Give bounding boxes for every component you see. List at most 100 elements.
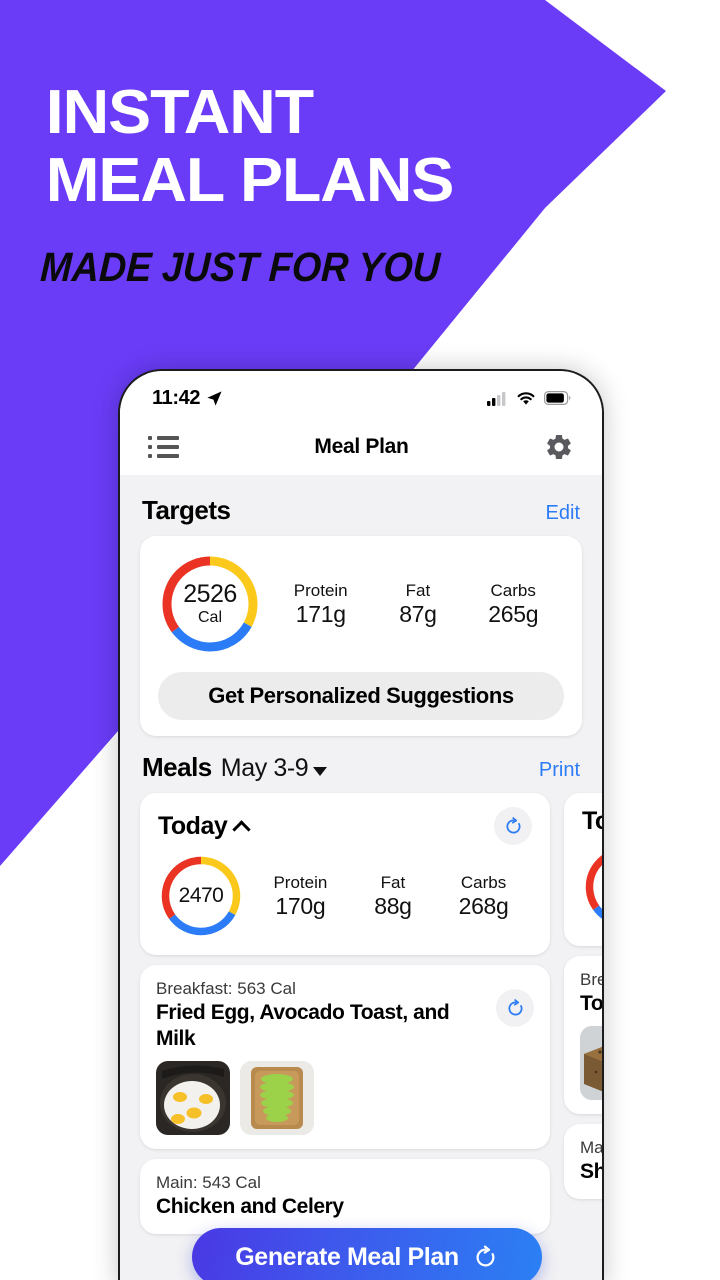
macro-protein: Protein 171g: [294, 580, 348, 628]
chevron-up-icon: [232, 819, 251, 839]
food-thumbnail-fried-egg[interactable]: [156, 1061, 230, 1135]
chevron-down-icon: [313, 767, 328, 776]
day-column-tomorrow: Tom: [564, 793, 602, 1199]
targets-calories-unit: Cal: [197, 609, 222, 626]
page-title: Meal Plan: [314, 435, 409, 458]
targets-calories: 2526: [183, 580, 237, 608]
meal-kcal-label: Break: [580, 970, 602, 989]
meal-card[interactable]: Main: 543 Cal Chicken and Celery: [140, 1159, 550, 1234]
list-icon-bar: [157, 436, 179, 440]
macro-label: Carbs: [490, 581, 536, 600]
macro-value: 88g: [374, 893, 412, 919]
get-personalized-suggestions-button[interactable]: Get Personalized Suggestions: [158, 672, 564, 720]
phone-screen: 11:42 Meal Plan Targets Edit 2526 Cal Pr…: [120, 371, 602, 1280]
list-icon-bar: [157, 454, 179, 458]
phone-mockup: 11:42 Meal Plan Targets Edit 2526 Cal Pr…: [118, 369, 604, 1280]
macro-value: 87g: [399, 601, 437, 627]
macro-fat: Fat 88g: [374, 872, 412, 920]
day-title[interactable]: Tom: [582, 807, 602, 836]
meal-kcal-label: Main:: [580, 1138, 602, 1157]
edit-targets-link[interactable]: Edit: [546, 502, 580, 525]
ring-center-labels: 2470: [158, 853, 244, 939]
meal-name-label: Fried Egg, Avocado Toast, and Milk: [156, 1001, 450, 1050]
print-link[interactable]: Print: [539, 759, 580, 782]
list-icon-row: [148, 436, 179, 440]
hero-subheadline: MADE JUST FOR YOU: [39, 244, 442, 290]
cellular-signal-icon: [487, 391, 506, 406]
day-card-header: Tom: [582, 807, 602, 836]
macro-label: Protein: [293, 581, 348, 600]
day-card-header: Today: [158, 807, 532, 845]
targets-title: Targets: [142, 495, 231, 525]
hero-text-block: INSTANT MEAL PLANS MADE JUST FOR YOU: [0, 0, 720, 291]
food-thumbnail-bread[interactable]: [580, 1026, 602, 1100]
macro-fat: Fat 87g: [399, 580, 437, 628]
day-title-label: Today: [158, 811, 228, 840]
day-calories: 2470: [178, 884, 224, 907]
day-calorie-ring: 2470: [158, 853, 244, 939]
meal-card[interactable]: Main: Shrimp Cher: [564, 1124, 602, 1199]
meals-section-header: Meals May 3-9 Print: [120, 736, 602, 793]
generate-meal-plan-label: Generate Meal Plan: [235, 1242, 459, 1271]
generate-meal-plan-button[interactable]: Generate Meal Plan: [192, 1228, 542, 1280]
ring-center-labels: 25: [582, 844, 602, 930]
macro-value: 171g: [295, 601, 346, 627]
meal-thumbnails: [156, 1061, 534, 1135]
bulleted-list-icon[interactable]: [148, 436, 179, 458]
day-column-today: Today 2470 Protein 170g Fat 88g Carbs 26…: [140, 793, 550, 1234]
food-thumbnail-avocado-toast[interactable]: [240, 1061, 314, 1135]
macro-value: 265g: [488, 601, 539, 627]
meal-name-label: Shrimp Cher: [580, 1160, 602, 1183]
meal-card[interactable]: Break Toast Smo: [564, 956, 602, 1114]
macro-value: 268g: [458, 893, 509, 919]
meals-header-left: Meals May 3-9: [142, 752, 328, 783]
macro-carbs: Carbs 265g: [488, 580, 538, 628]
status-bar-right: [487, 391, 572, 406]
ring-center-labels: 2526 Cal: [158, 552, 262, 656]
app-header: Meal Plan: [120, 419, 602, 475]
day-summary-card: Tom: [564, 793, 602, 946]
gear-icon[interactable]: [544, 432, 574, 462]
status-bar: 11:42: [120, 371, 602, 419]
list-icon-dot: [148, 445, 152, 449]
targets-calorie-ring: 2526 Cal: [158, 552, 262, 656]
hero-headline-line1: INSTANT: [45, 78, 314, 147]
refresh-day-button[interactable]: [494, 807, 532, 845]
list-icon-dot: [148, 454, 152, 458]
meal-card[interactable]: Breakfast: 563 Cal Fried Egg, Avocado To…: [140, 965, 550, 1149]
day-title[interactable]: Today: [158, 811, 251, 841]
avocado-toast-image: [240, 1061, 314, 1135]
wifi-icon: [517, 391, 535, 405]
date-range-label: May 3-9: [220, 754, 309, 782]
refresh-meal-button[interactable]: [496, 989, 534, 1027]
refresh-meal-circle: [496, 989, 534, 1027]
list-icon-row: [148, 454, 179, 458]
macro-carbs: Carbs 268g: [459, 872, 509, 920]
macro-value: 170g: [275, 893, 326, 919]
meal-name-label: Chicken and Celery: [156, 1195, 344, 1218]
promo-screenshot: INSTANT MEAL PLANS MADE JUST FOR YOU 11:…: [0, 0, 720, 1280]
day-macro-row: 2470 Protein 170g Fat 88g Carbs 268g: [158, 853, 532, 939]
macro-label: Carbs: [460, 873, 507, 892]
day-macro-row: 25: [582, 844, 602, 930]
meal-name-label: Toast Smo: [580, 992, 602, 1015]
refresh-icon: [505, 816, 520, 833]
targets-card: 2526 Cal Protein 171g Fat 87g Carbs 265g…: [140, 536, 582, 736]
meal-thumbnails: [580, 1026, 602, 1100]
scroll-content[interactable]: Targets Edit 2526 Cal Protein 171g Fat 8…: [120, 475, 602, 1280]
status-bar-left: 11:42: [152, 387, 223, 410]
date-range-selector[interactable]: May 3-9: [221, 754, 328, 783]
day-macros: Protein 170g Fat 88g Carbs 268g: [244, 872, 532, 920]
targets-section-header: Targets Edit: [120, 475, 602, 536]
status-time: 11:42: [152, 386, 201, 409]
day-title-label: Tom: [582, 807, 602, 835]
list-icon-row: [148, 445, 179, 449]
meal-columns: Today 2470 Protein 170g Fat 88g Carbs 26…: [120, 793, 602, 1234]
refresh-icon: [507, 998, 522, 1015]
meals-title: Meals: [142, 752, 212, 782]
battery-icon: [544, 391, 571, 405]
bread-loaf-image: [580, 1026, 602, 1100]
targets-macro-row: 2526 Cal Protein 171g Fat 87g Carbs 265g: [158, 552, 564, 656]
location-arrow-icon: [207, 390, 222, 406]
hero-headline-line2: MEAL PLANS: [45, 146, 455, 215]
